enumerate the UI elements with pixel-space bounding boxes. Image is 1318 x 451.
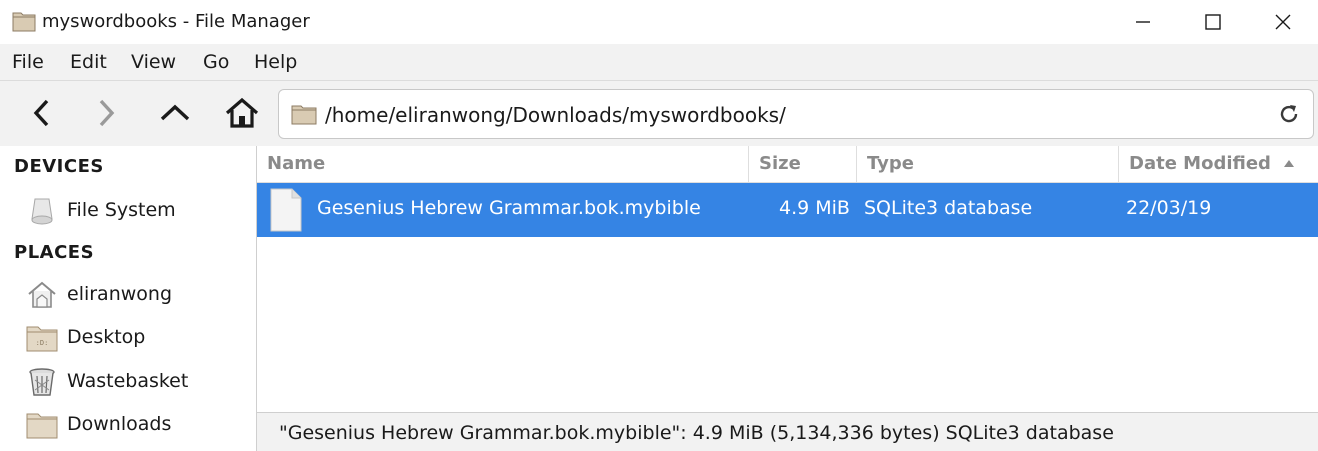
column-header-type[interactable]: Type [857,146,1119,183]
drive-icon [31,198,53,225]
file-size: 4.9 MiB [779,197,850,219]
sidebar-item-label: File System [67,199,176,221]
forward-arrow-icon [99,99,115,127]
menu-bar: File Edit View Go Help [0,44,1318,80]
sidebar-item-file-system[interactable]: File System [24,191,250,231]
sidebar-item-label: Downloads [67,413,172,435]
menu-file[interactable]: File [12,51,44,73]
sidebar-item-label: Desktop [67,326,146,348]
sidebar-item-downloads[interactable]: Downloads [24,405,250,445]
status-text: "Gesenius Hebrew Grammar.bok.mybible": 4… [279,422,1114,444]
desktop-folder-icon: :D: [26,326,58,352]
back-arrow-icon [33,99,49,127]
menu-view[interactable]: View [131,51,176,73]
home-button[interactable] [220,93,264,133]
folder-icon [26,413,58,439]
toolbar: /home/eliranwong/Downloads/myswordbooks/ [0,80,1318,146]
maximize-button[interactable] [1178,0,1248,44]
menu-help[interactable]: Help [254,51,297,73]
places-header: PLACES [14,242,95,263]
up-arrow-icon [160,104,190,121]
minimize-button[interactable] [1108,0,1178,44]
status-bar: "Gesenius Hebrew Grammar.bok.mybible": 4… [257,412,1318,451]
file-date: 22/03/19 [1126,197,1212,219]
sidebar-item-label: Wastebasket [67,370,189,392]
folder-icon [291,105,317,125]
svg-text::D:: :D: [36,339,49,347]
column-header-label: Size [759,153,801,174]
window-title: myswordbooks - File Manager [42,11,310,32]
file-name: Gesenius Hebrew Grammar.bok.mybible [317,197,701,219]
reload-icon[interactable] [1277,102,1301,126]
address-bar[interactable]: /home/eliranwong/Downloads/myswordbooks/ [278,89,1314,139]
forward-button[interactable] [84,93,128,133]
close-icon [1275,14,1291,30]
column-header-label: Date Modified [1129,153,1271,174]
column-header-date-modified[interactable]: Date Modified [1119,146,1318,183]
file-list: Name Size Type Date Modified Gesenius He… [257,146,1318,412]
address-path: /home/eliranwong/Downloads/myswordbooks/ [325,103,786,127]
maximize-icon [1205,14,1221,30]
trash-icon [29,368,55,396]
home-icon [28,281,56,308]
up-button[interactable] [153,93,197,133]
sidebar-item-desktop[interactable]: :D: Desktop [24,318,250,358]
column-header-label: Type [867,153,914,174]
column-header-label: Name [267,153,326,174]
sidebar-item-wastebasket[interactable]: Wastebasket [24,362,250,402]
home-icon [225,97,259,128]
column-header-name[interactable]: Name [257,146,749,183]
menu-edit[interactable]: Edit [70,51,107,73]
folder-icon [12,12,36,32]
close-button[interactable] [1248,0,1318,44]
minimize-icon [1136,21,1150,23]
devices-header: DEVICES [14,156,104,177]
sidebar-item-label: eliranwong [67,283,173,305]
sidebar-item-eliranwong[interactable]: eliranwong [24,275,250,315]
table-row[interactable]: Gesenius Hebrew Grammar.bok.mybible 4.9 … [257,183,1318,237]
menu-go[interactable]: Go [203,51,229,73]
file-type: SQLite3 database [864,197,1033,219]
title-bar: myswordbooks - File Manager [0,0,1318,44]
back-button[interactable] [20,93,64,133]
sidebar: DEVICES File System PLACES eliranwong :D… [0,146,257,451]
column-header-size[interactable]: Size [749,146,857,183]
file-icon [270,188,302,232]
sort-ascending-icon [1284,160,1295,167]
